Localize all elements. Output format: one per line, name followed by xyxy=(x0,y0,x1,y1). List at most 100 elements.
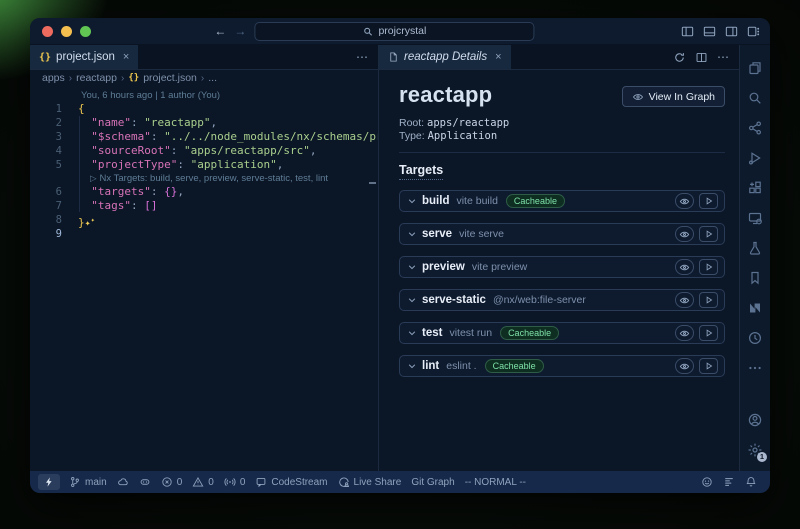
more-icon[interactable] xyxy=(740,353,770,383)
history-icon[interactable] xyxy=(740,323,770,353)
line-number: 1 xyxy=(30,102,78,116)
code-line[interactable]: 5 "projectType": "application", xyxy=(30,158,378,172)
codelens[interactable]: You, 6 hours ago | 1 author (You) xyxy=(30,89,378,102)
status-label: CodeStream xyxy=(271,477,327,488)
breadcrumb-separator: › xyxy=(121,73,124,84)
close-tab-icon[interactable]: × xyxy=(495,51,501,63)
toggle-sidebar-right-icon[interactable] xyxy=(724,24,739,39)
target-row-test[interactable]: test vitest run Cacheable xyxy=(399,322,725,344)
code-line[interactable]: 1 { xyxy=(30,102,378,116)
more-actions-icon[interactable]: ⋯ xyxy=(717,50,730,64)
code-token: : xyxy=(171,144,184,157)
run-target-button[interactable] xyxy=(699,193,718,209)
radio-icon xyxy=(224,476,236,488)
breadcrumb-trail[interactable]: ... xyxy=(208,72,217,84)
testing-icon[interactable] xyxy=(740,233,770,263)
run-target-button[interactable] xyxy=(699,325,718,341)
chevron-down-icon[interactable] xyxy=(407,229,417,239)
refresh-icon[interactable] xyxy=(673,51,686,64)
breadcrumb-reactapp[interactable]: reactapp xyxy=(76,72,117,84)
show-config-button[interactable] xyxy=(675,193,694,209)
code-line[interactable]: 4 "sourceRoot": "apps/reactapp/src", xyxy=(30,144,378,158)
status-git-branch[interactable]: main xyxy=(64,471,112,493)
toggle-panel-icon[interactable] xyxy=(702,24,717,39)
run-debug-icon[interactable] xyxy=(740,143,770,173)
status-notifications[interactable] xyxy=(740,471,762,493)
code-line[interactable]: 7 "tags": [] xyxy=(30,199,378,213)
minimize-window-button[interactable] xyxy=(61,26,72,37)
account-icon[interactable] xyxy=(740,405,770,435)
chevron-down-icon[interactable] xyxy=(407,196,417,206)
more-actions-icon[interactable]: ⋯ xyxy=(356,50,369,64)
breadcrumb-project-json[interactable]: project.json xyxy=(143,72,197,84)
run-target-button[interactable] xyxy=(699,259,718,275)
zoom-window-button[interactable] xyxy=(80,26,91,37)
breadcrumb-apps[interactable]: apps xyxy=(42,72,65,84)
target-command: vite build xyxy=(456,195,497,207)
chevron-down-icon[interactable] xyxy=(407,295,417,305)
status-ports[interactable]: 0 xyxy=(219,471,251,493)
target-row-serve-static[interactable]: serve-static @nx/web:file-server xyxy=(399,289,725,311)
target-row-serve[interactable]: serve vite serve xyxy=(399,223,725,245)
target-row-lint[interactable]: lint eslint . Cacheable xyxy=(399,355,725,377)
nav-forward-icon[interactable]: → xyxy=(234,25,246,37)
status-problems-warnings[interactable]: 0 xyxy=(187,471,219,493)
run-target-button[interactable] xyxy=(699,226,718,242)
code-line[interactable]: 6 "targets": {}, xyxy=(30,185,378,199)
eye-icon xyxy=(632,91,644,103)
chevron-down-icon[interactable] xyxy=(407,328,417,338)
search-icon[interactable] xyxy=(740,83,770,113)
view-in-graph-button[interactable]: View In Graph xyxy=(622,86,725,107)
chevron-down-icon[interactable] xyxy=(407,262,417,272)
chevron-down-icon[interactable] xyxy=(407,361,417,371)
close-window-button[interactable] xyxy=(42,26,53,37)
source-control-icon[interactable] xyxy=(740,113,770,143)
status-git-graph[interactable]: Git Graph xyxy=(406,471,459,493)
code-line[interactable]: 9 xyxy=(30,227,378,241)
desktop-background: ← → projcrystal {} pr xyxy=(0,0,800,529)
show-config-button[interactable] xyxy=(675,226,694,242)
prettier-icon xyxy=(723,476,735,488)
show-config-button[interactable] xyxy=(675,358,694,374)
code-line[interactable]: 8 }✦✦ xyxy=(30,213,378,227)
toggle-sidebar-left-icon[interactable] xyxy=(680,24,695,39)
target-row-build[interactable]: build vite build Cacheable xyxy=(399,190,725,212)
show-config-button[interactable] xyxy=(675,292,694,308)
code-line[interactable]: 2 "name": "reactapp", xyxy=(30,116,378,130)
status-prettier[interactable] xyxy=(718,471,740,493)
line-content: "tags": [] xyxy=(78,199,378,213)
remote-explorer-icon[interactable] xyxy=(740,203,770,233)
breadcrumb[interactable]: apps › reactapp › {} project.json › ... xyxy=(30,70,378,86)
nx-console-icon[interactable] xyxy=(740,293,770,323)
status-vim-mode[interactable]: -- NORMAL -- xyxy=(460,471,531,493)
status-copilot-status[interactable] xyxy=(134,471,156,493)
status-remote-indicator[interactable] xyxy=(38,474,60,490)
show-config-button[interactable] xyxy=(675,325,694,341)
extensions-icon[interactable] xyxy=(740,173,770,203)
run-target-button[interactable] xyxy=(699,358,718,374)
tab-reactapp-details[interactable]: reactapp Details × xyxy=(379,45,512,69)
split-editor-icon[interactable] xyxy=(695,51,708,64)
status-problems-errors[interactable]: 0 xyxy=(156,471,188,493)
bookmarks-icon[interactable] xyxy=(740,263,770,293)
code-token: : xyxy=(151,130,164,143)
code-editor[interactable]: You, 6 hours ago | 1 author (You) 1 { 2 … xyxy=(30,86,378,471)
codelens[interactable]: ▷Nx Targets: build, serve, preview, serv… xyxy=(30,172,378,185)
command-center-search[interactable]: projcrystal xyxy=(254,22,534,41)
settings-icon[interactable]: 1 xyxy=(740,435,770,465)
code-line[interactable]: 3 "$schema": "../../node_modules/nx/sche… xyxy=(30,130,378,144)
customize-layout-icon[interactable] xyxy=(746,24,761,39)
status-feedback[interactable] xyxy=(696,471,718,493)
tab-project-json[interactable]: {} project.json × xyxy=(30,45,139,69)
status-codestream[interactable]: CodeStream xyxy=(250,471,332,493)
close-tab-icon[interactable]: × xyxy=(123,51,129,63)
status-live-share[interactable]: Live Share xyxy=(333,471,407,493)
status-sync-status[interactable] xyxy=(112,471,134,493)
target-row-preview[interactable]: preview vite preview xyxy=(399,256,725,278)
nav-back-icon[interactable]: ← xyxy=(214,25,226,37)
branch-icon xyxy=(69,476,81,488)
run-target-button[interactable] xyxy=(699,292,718,308)
root-label: Root: xyxy=(399,117,424,129)
files-icon[interactable] xyxy=(740,53,770,83)
show-config-button[interactable] xyxy=(675,259,694,275)
